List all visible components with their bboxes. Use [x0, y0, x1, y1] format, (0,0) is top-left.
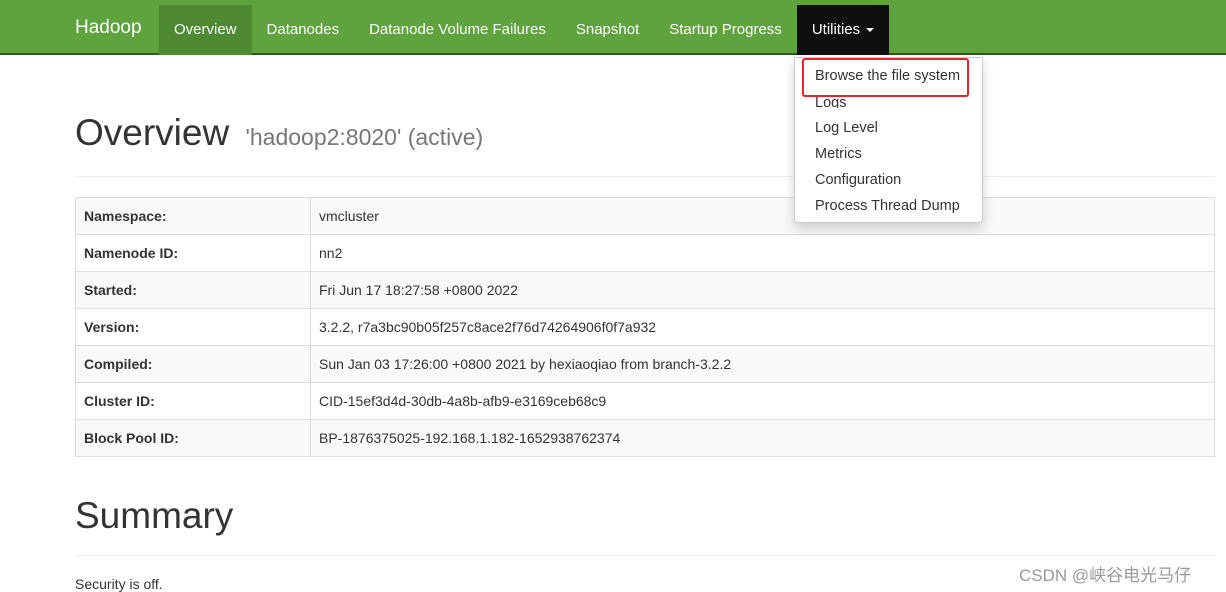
summary-title: Summary [75, 495, 234, 536]
row-value: Sun Jan 03 17:26:00 +0800 2021 by hexiao… [310, 345, 1215, 383]
row-label: Namespace: [75, 197, 311, 235]
menu-item-logs[interactable]: Logs [815, 93, 846, 108]
tab-datanodes[interactable]: Datanodes [252, 5, 355, 55]
caret-down-icon [866, 28, 875, 33]
table-row: Started: Fri Jun 17 18:27:58 +0800 2022 [75, 271, 1215, 309]
overview-title: Overview [75, 112, 230, 153]
tab-snapshot[interactable]: Snapshot [561, 5, 654, 55]
row-label: Compiled: [75, 345, 311, 383]
table-row: Version: 3.2.2, r7a3bc90b05f257c8ace2f76d… [75, 308, 1215, 346]
menu-item-configuration[interactable]: Configuration [815, 170, 901, 190]
row-label: Block Pool ID: [75, 419, 311, 457]
menu-item-metrics[interactable]: Metrics [815, 144, 862, 164]
row-value: vmcluster [310, 197, 1215, 235]
overview-table: Namespace: vmcluster Namenode ID: nn2 Star… [75, 197, 1215, 457]
namenode-address: 'hadoop2:8020' (active) [245, 124, 484, 150]
row-value: 3.2.2, r7a3bc90b05f257c8ace2f76d74264906… [310, 308, 1215, 346]
utilities-label: Utilities [811, 21, 861, 38]
tab-overview[interactable]: Overview [159, 5, 252, 55]
row-label: Namenode ID: [75, 234, 311, 272]
page-title: Overview 'hadoop2:8020' (active) [75, 112, 483, 154]
nav-menu: Overview Datanodes Datanode Volume Failu… [159, 5, 890, 55]
table-row: Block Pool ID: BP-1876375025-192.168.1.18… [75, 419, 1215, 457]
brand-link[interactable]: Hadoop [75, 0, 142, 55]
menu-item-browse-file-system[interactable]: Browse the file system [815, 66, 960, 86]
row-value: CID-15ef3d4d-30db-4a8b-afb9-e3169ceb68c9 [310, 382, 1215, 420]
tab-utilities[interactable]: Utilities [796, 5, 890, 55]
top-navbar: Hadoop Overview Datanodes Datanode Volum… [0, 0, 1226, 55]
row-label: Version: [75, 308, 311, 346]
row-value: Fri Jun 17 18:27:58 +0800 2022 [310, 271, 1215, 309]
tab-datanode-volume-failures[interactable]: Datanode Volume Failures [354, 5, 561, 55]
utilities-dropdown: Browse the file system Logs Log Level Me… [794, 57, 983, 223]
divider [75, 555, 1215, 556]
divider [75, 176, 1215, 177]
table-row: Namenode ID: nn2 [75, 234, 1215, 272]
row-label: Started: [75, 271, 311, 309]
table-row: Namespace: vmcluster [75, 197, 1215, 235]
table-row: Cluster ID: CID-15ef3d4d-30db-4a8b-afb9-e… [75, 382, 1215, 420]
row-value: BP-1876375025-192.168.1.182-165293876237… [310, 419, 1215, 457]
watermark: CSDN @峡谷电光马仔 [1019, 566, 1192, 585]
table-row: Compiled: Sun Jan 03 17:26:00 +0800 2021 … [75, 345, 1215, 383]
menu-item-log-level[interactable]: Log Level [815, 118, 878, 138]
row-label: Cluster ID: [75, 382, 311, 420]
menu-item-process-thread-dump[interactable]: Process Thread Dump [815, 196, 960, 216]
row-value: nn2 [310, 234, 1215, 272]
tab-startup-progress[interactable]: Startup Progress [654, 5, 797, 55]
